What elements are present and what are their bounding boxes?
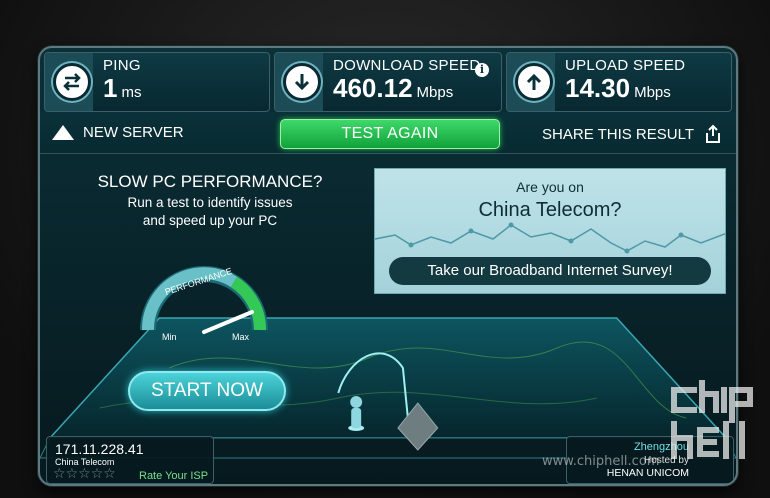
ping-panel: PING 1 ms — [44, 52, 270, 112]
download-value: 460.12 — [333, 73, 413, 103]
new-server-label: NEW SERVER — [83, 124, 184, 141]
upload-icon-bg — [507, 53, 555, 111]
start-now-button[interactable]: START NOW — [128, 371, 286, 411]
star-icon[interactable]: ☆ — [66, 467, 79, 481]
speedtest-frame: PING 1 ms DOWNLOAD SPEED 460.12 Mbps i U… — [38, 46, 738, 486]
upload-value: 14.30 — [565, 73, 631, 103]
download-unit: Mbps — [416, 84, 454, 101]
watermark-url: www.chiphell.com — [542, 454, 660, 469]
ping-unit: ms — [121, 84, 142, 101]
action-bar: NEW SERVER TEST AGAIN SHARE THIS RESULT — [40, 112, 736, 154]
survey-button[interactable]: Take our Broadband Internet Survey! — [389, 257, 711, 285]
share-result-button[interactable]: SHARE THIS RESULT — [542, 124, 722, 144]
client-info: 171.11.228.41 China Telecom ☆ ☆ ☆ ☆ ☆ Ra… — [46, 436, 214, 484]
star-icon[interactable]: ☆ — [103, 467, 116, 481]
share-label: SHARE THIS RESULT — [542, 125, 694, 143]
new-server-button[interactable]: NEW SERVER — [52, 124, 184, 141]
ping-label: PING — [103, 57, 141, 74]
download-label: DOWNLOAD SPEED — [333, 57, 481, 74]
upload-panel: UPLOAD SPEED 14.30 Mbps — [506, 52, 732, 112]
promo-subtitle: Run a test to identify issues and speed … — [94, 194, 326, 230]
chiphell-logo — [671, 380, 753, 459]
ping-value: 1 — [103, 73, 118, 103]
info-icon[interactable]: i — [475, 63, 489, 77]
star-icon[interactable]: ☆ — [91, 467, 104, 481]
rate-isp-link[interactable]: Rate Your ISP — [139, 470, 208, 482]
download-panel: DOWNLOAD SPEED 460.12 Mbps i — [274, 52, 502, 112]
download-icon-bg — [275, 53, 323, 111]
upload-arrow-icon — [515, 63, 553, 101]
gauge-max: Max — [232, 332, 250, 342]
client-ip: 171.11.228.41 — [55, 441, 144, 457]
isp-survey-ad[interactable]: Are you on China Telecom? Take our Broad… — [374, 168, 726, 294]
ad-question: Are you on — [516, 179, 584, 195]
rating-stars[interactable]: ☆ ☆ ☆ ☆ ☆ — [53, 467, 116, 481]
upload-unit: Mbps — [634, 84, 671, 101]
triangle-icon — [52, 125, 74, 140]
star-icon[interactable]: ☆ — [78, 467, 91, 481]
promo-line-2: and speed up your PC — [142, 213, 278, 228]
promo-title: SLOW PC PERFORMANCE? — [97, 172, 323, 191]
performance-gauge: PERFORMANCE Min Max — [140, 266, 268, 342]
stats-bar: PING 1 ms DOWNLOAD SPEED 460.12 Mbps i U… — [40, 48, 736, 112]
ad-wave-graphic — [375, 222, 725, 254]
download-arrow-icon — [283, 63, 321, 101]
share-icon — [706, 124, 720, 143]
promo-line-1: Run a test to identify issues — [127, 195, 293, 210]
star-icon[interactable]: ☆ — [53, 467, 66, 481]
gauge-min: Min — [162, 332, 177, 342]
ping-arrows-icon — [53, 63, 91, 101]
test-again-button[interactable]: TEST AGAIN — [280, 119, 500, 149]
ping-icon-bg — [45, 53, 93, 111]
upload-label: UPLOAD SPEED — [565, 57, 686, 74]
